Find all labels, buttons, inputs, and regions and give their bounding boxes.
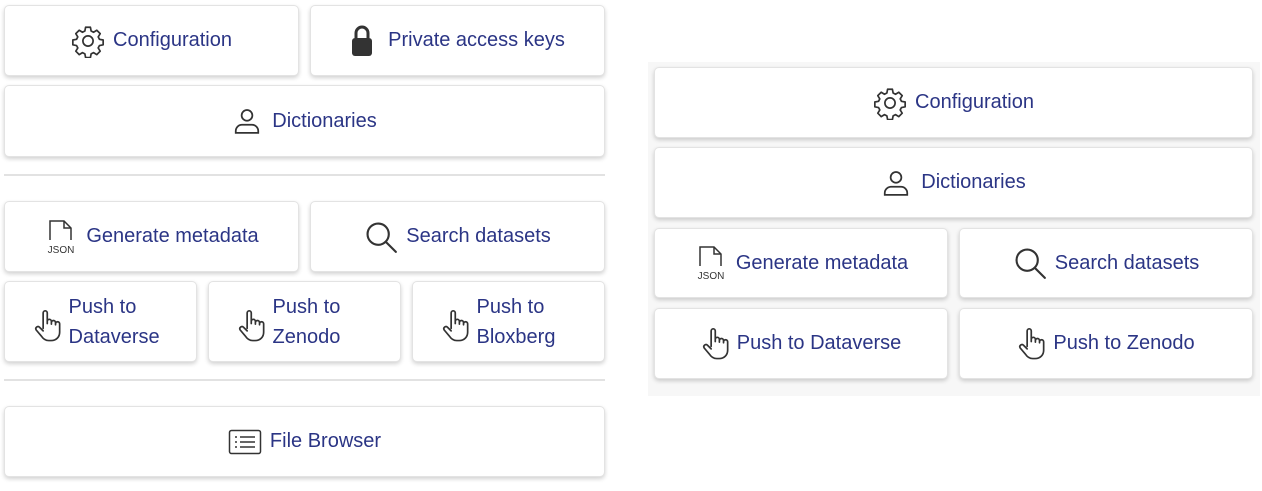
search-datasets-label: Search datasets bbox=[1054, 251, 1200, 274]
dictionaries-label: Dictionaries bbox=[921, 171, 1026, 193]
magnifier-icon bbox=[1013, 246, 1047, 280]
configuration-button[interactable]: Configuration bbox=[654, 67, 1253, 138]
json-file-icon: JSON bbox=[694, 244, 728, 282]
push-to-dataverse-button[interactable]: Push to Dataverse bbox=[4, 281, 197, 362]
divider bbox=[4, 174, 605, 176]
list-icon bbox=[228, 429, 262, 455]
pointing-hand-icon bbox=[441, 309, 471, 343]
search-datasets-label: Search datasets bbox=[406, 225, 551, 247]
dictionaries-label: Dictionaries bbox=[272, 109, 377, 132]
gear-icon bbox=[71, 24, 105, 58]
generate-metadata-button[interactable]: JSON Generate metadata bbox=[654, 228, 948, 298]
pointing-hand-icon bbox=[701, 327, 731, 361]
push-to-zenodo-label: Push to Zenodo bbox=[1053, 332, 1195, 354]
configuration-button[interactable]: Configuration bbox=[4, 5, 299, 76]
generate-metadata-button[interactable]: JSON Generate metadata bbox=[4, 201, 299, 272]
search-datasets-button[interactable]: Search datasets bbox=[959, 228, 1253, 298]
lock-icon bbox=[350, 24, 374, 58]
private-access-keys-label: Private access keys bbox=[388, 29, 565, 51]
json-file-icon: JSON bbox=[44, 218, 78, 256]
push-to-zenodo-label: Push to Zenodo bbox=[272, 295, 341, 348]
person-icon bbox=[232, 106, 262, 136]
push-to-zenodo-button[interactable]: Push to Zenodo bbox=[208, 281, 401, 362]
pointing-hand-icon bbox=[237, 309, 267, 343]
gear-icon bbox=[873, 86, 907, 120]
private-access-keys-button[interactable]: Private access keys bbox=[310, 5, 605, 76]
left-panel: Configuration Private access keys Dictio… bbox=[0, 0, 610, 491]
person-icon bbox=[881, 168, 911, 198]
generate-metadata-label: Generate metadata bbox=[735, 251, 909, 274]
divider bbox=[4, 379, 605, 381]
push-to-zenodo-button[interactable]: Push to Zenodo bbox=[959, 308, 1253, 379]
configuration-label: Configuration bbox=[113, 29, 232, 51]
dictionaries-button[interactable]: Dictionaries bbox=[654, 147, 1253, 218]
magnifier-icon bbox=[364, 220, 398, 254]
pointing-hand-icon bbox=[1017, 327, 1047, 361]
generate-metadata-label: Generate metadata bbox=[86, 225, 259, 247]
dictionaries-button[interactable]: Dictionaries bbox=[4, 85, 605, 157]
push-to-dataverse-button[interactable]: Push to Dataverse bbox=[654, 308, 948, 379]
right-panel: Configuration Dictionaries JSON Generate… bbox=[648, 62, 1260, 396]
push-to-bloxberg-button[interactable]: Push to Bloxberg bbox=[412, 281, 605, 362]
push-to-bloxberg-label: Push to Bloxberg bbox=[476, 295, 556, 348]
pointing-hand-icon bbox=[33, 309, 63, 343]
search-datasets-button[interactable]: Search datasets bbox=[310, 201, 605, 272]
configuration-label: Configuration bbox=[915, 91, 1034, 113]
push-to-dataverse-label: Push to Dataverse bbox=[736, 332, 902, 354]
json-icon-text: JSON bbox=[48, 245, 75, 256]
push-to-dataverse-label: Push to Dataverse bbox=[68, 295, 160, 348]
file-browser-button[interactable]: File Browser bbox=[4, 406, 605, 477]
json-icon-text: JSON bbox=[697, 271, 724, 282]
file-browser-label: File Browser bbox=[269, 430, 382, 452]
